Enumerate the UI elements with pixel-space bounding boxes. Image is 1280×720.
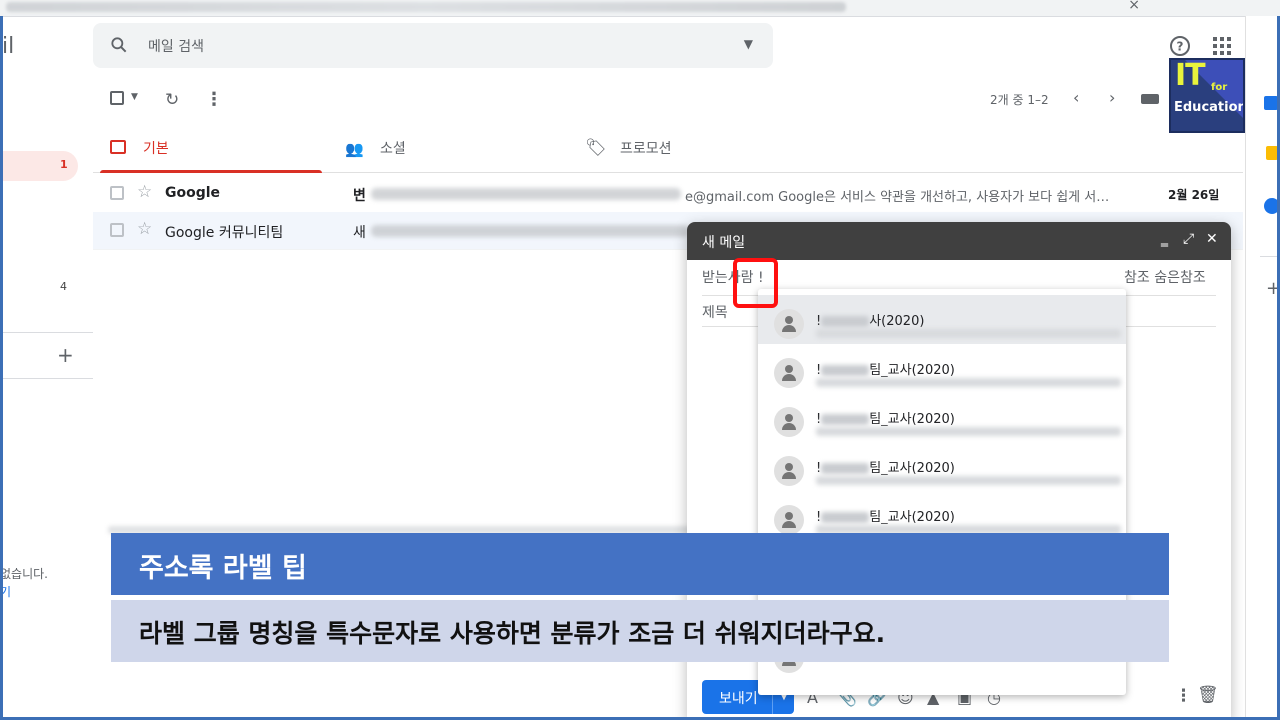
blurred-text [821, 365, 870, 376]
add-label-icon[interactable]: + [57, 343, 74, 367]
blurred-text [821, 463, 870, 474]
close-icon[interactable]: × [1128, 0, 1140, 13]
trash-icon[interactable]: 🗑 [1197, 685, 1219, 705]
pagination-text: 2개 중 1–2 [990, 93, 1049, 107]
person-icon [774, 358, 804, 388]
email-snippet: e@gmail.com Google은 서비스 약관을 개선하고, 사용자가 보… [685, 190, 1110, 205]
tab-primary[interactable]: 기본 [143, 138, 169, 158]
svg-text:?: ? [1177, 40, 1184, 54]
help-icon[interactable]: ? [1169, 35, 1191, 57]
compose-header[interactable]: 새 메일 ‗ ⤢ ✕ [687, 222, 1231, 260]
close-icon[interactable]: ✕ [1206, 231, 1218, 247]
email-subject: 새 [353, 225, 366, 241]
star-icon[interactable]: ☆ [137, 219, 152, 239]
blurred-text [821, 316, 870, 327]
browser-url-bar[interactable]: × [0, 0, 1280, 17]
blurred-text [821, 512, 870, 523]
suggestion-name: ! 팀_교사(2020) [816, 457, 955, 476]
search-bar[interactable]: 메일 검색 ▼ [93, 23, 773, 68]
send-label: 보내기 [719, 691, 758, 707]
email-blurred-text [371, 225, 689, 237]
tag-icon: 🏷 [585, 138, 607, 158]
gmail-logo[interactable]: il [2, 34, 14, 59]
it-for-education-logo: IT for Education [1169, 58, 1245, 133]
row-checkbox[interactable] [110, 223, 124, 237]
apps-grid-icon[interactable] [1213, 37, 1231, 55]
refresh-icon[interactable]: ↻ [165, 90, 179, 110]
suggestion-item[interactable]: ! 사(2020) [758, 295, 1126, 344]
email-subject: 변 [353, 188, 366, 204]
chevron-right-icon[interactable]: › [1109, 88, 1115, 107]
caption-body-bar: 라벨 그룹 명칭을 특수문자로 사용하면 분류가 조금 더 쉬워지더라구요. [111, 600, 1169, 662]
select-all-checkbox[interactable] [110, 91, 124, 105]
suggestion-suffix: 팀_교사(2020) [869, 461, 955, 476]
person-icon [774, 309, 804, 339]
person-icon [774, 505, 804, 535]
sidebar-divider [0, 378, 93, 379]
side-panel: + [1245, 16, 1280, 720]
email-date: 2월 26일 [1168, 188, 1220, 202]
star-icon[interactable]: ☆ [137, 182, 152, 202]
sidebar-divider [0, 332, 93, 333]
caption-title: 주소록 라벨 팁 [139, 553, 307, 584]
person-icon [774, 407, 804, 437]
email-blurred-text [371, 188, 681, 200]
people-icon: 👥 [345, 140, 364, 158]
more-options-icon[interactable]: ⋮ [1175, 686, 1192, 706]
suggestion-suffix: 팀_교사(2020) [869, 363, 955, 378]
tab-promotions[interactable]: 프로모션 [620, 138, 672, 158]
suggestion-email-blurred [816, 427, 1121, 436]
suggestion-item[interactable]: ! 팀_교사(2020) [758, 393, 1126, 442]
calendar-icon[interactable] [1264, 96, 1278, 110]
suggestion-name: ! 팀_교사(2020) [816, 506, 955, 525]
suggestion-name: ! 팀_교사(2020) [816, 408, 955, 427]
search-icon[interactable] [109, 35, 129, 55]
tab-active-indicator [100, 170, 322, 173]
suggestion-email-blurred [816, 378, 1121, 387]
suggestion-suffix: 팀_교사(2020) [869, 510, 955, 525]
search-options-icon[interactable]: ▼ [744, 37, 753, 51]
cc-bcc-link[interactable]: 참조 숨은참조 [1124, 267, 1206, 287]
table-row[interactable]: ☆ Google 변 e@gmail.com Google은 서비스 약관을 개… [93, 175, 1243, 213]
suggestion-suffix: 사(2020) [869, 314, 925, 329]
url-text-blurred [6, 2, 846, 12]
suggestion-email-blurred [816, 476, 1121, 485]
person-icon [774, 456, 804, 486]
suggestion-name: ! 사(2020) [816, 310, 924, 329]
suggestion-email-blurred [816, 329, 1121, 338]
caption-title-bar: 주소록 라벨 팁 [111, 533, 1169, 595]
sidebar-inbox-count: 1 [60, 158, 68, 171]
chevron-left-icon[interactable]: ‹ [1073, 88, 1079, 107]
subject-field[interactable]: 제목 [702, 302, 728, 322]
logo-education-text: Education [1174, 100, 1245, 115]
tab-social[interactable]: 소셜 [380, 138, 406, 158]
row-checkbox[interactable] [110, 186, 124, 200]
suggestion-item[interactable]: ! 팀_교사(2020) [758, 442, 1126, 491]
logo-it-text: IT [1175, 58, 1206, 93]
more-icon[interactable]: ⋮ [205, 89, 223, 110]
suggestion-item[interactable]: ! 팀_교사(2020) [758, 344, 1126, 393]
caption-body: 라벨 그룹 명칭을 특수문자로 사용하면 분류가 조금 더 쉬워지더라구요. [139, 619, 886, 648]
suggestion-suffix: 팀_교사(2020) [869, 412, 955, 427]
email-sender: Google [165, 185, 221, 201]
select-options-icon[interactable]: ▼ [131, 92, 138, 102]
rail-divider [1260, 256, 1278, 257]
search-input[interactable]: 메일 검색 [148, 36, 204, 56]
blurred-text [821, 414, 870, 425]
inbox-icon [110, 140, 126, 154]
logo-for-text: for [1211, 82, 1228, 93]
keyboard-icon[interactable] [1141, 94, 1159, 104]
sidebar-empty-text: 없습니다. [0, 567, 48, 581]
compose-title: 새 메일 [702, 235, 746, 251]
suggestion-name: ! 팀_교사(2020) [816, 359, 955, 378]
frame-border [0, 16, 3, 720]
highlight-box [733, 258, 778, 308]
email-sender: Google 커뮤니티팀 [165, 225, 284, 241]
minimize-icon[interactable]: ‗ [1161, 231, 1168, 247]
sidebar-item-count: 4 [60, 280, 67, 293]
expand-icon[interactable]: ⤢ [1183, 231, 1194, 247]
